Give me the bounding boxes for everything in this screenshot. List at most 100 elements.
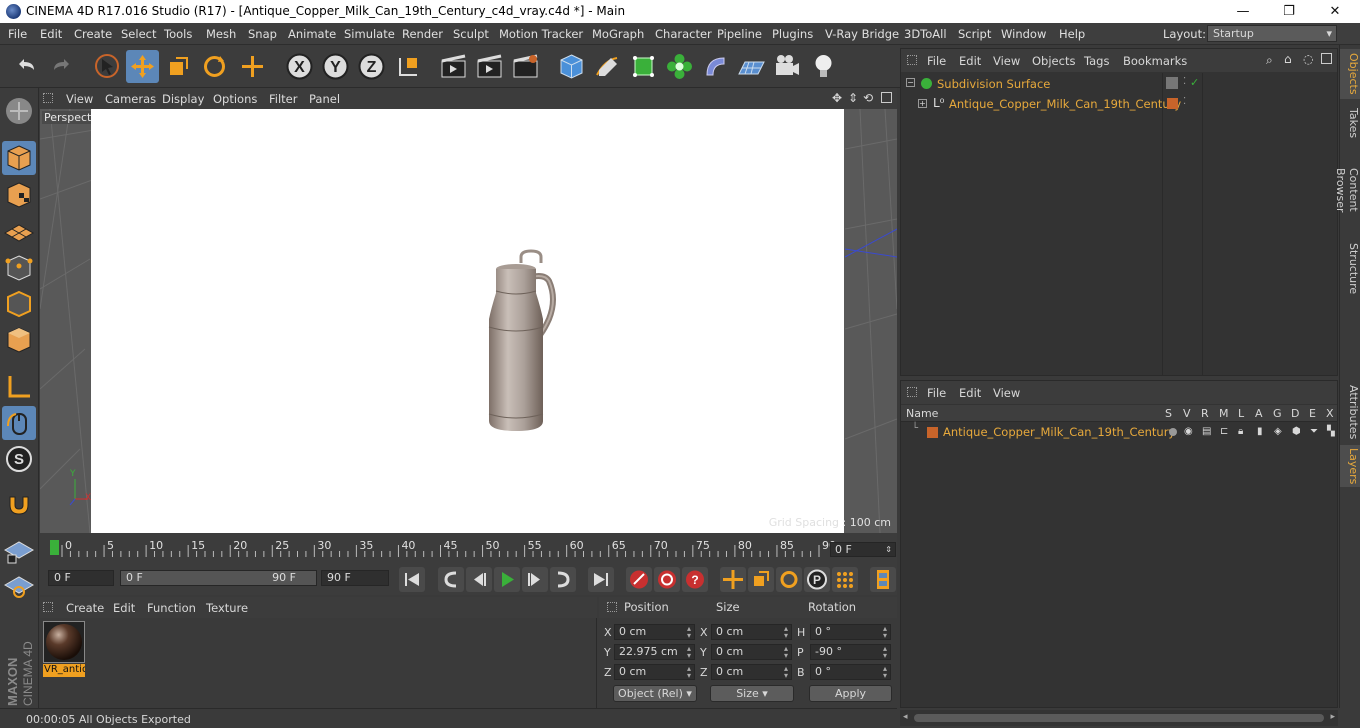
size-z-field[interactable]: 0 cm ▴ ▾ xyxy=(711,664,792,680)
col-view[interactable]: V xyxy=(1183,407,1191,420)
start-frame-field[interactable]: 0 F xyxy=(48,570,114,586)
deformer-icon[interactable]: ⬢ xyxy=(1292,426,1301,437)
menu-file[interactable]: File xyxy=(8,27,27,41)
3d-viewport[interactable]: Y X Perspective Grid Spacing : 100 cm xyxy=(40,109,897,533)
viewport-menu-cameras[interactable]: Cameras xyxy=(105,92,156,106)
points-mode-button[interactable] xyxy=(2,251,36,285)
key-pla-button[interactable] xyxy=(832,567,858,592)
viewport-rotate-icon[interactable]: ⟲ xyxy=(863,91,873,105)
object-menu-tags[interactable]: Tags xyxy=(1084,54,1109,68)
viewport-menu-display[interactable]: Display xyxy=(162,92,204,106)
menu-window[interactable]: Window xyxy=(1001,27,1046,41)
size-y-field[interactable]: 0 cm ▴ ▾ xyxy=(711,644,792,660)
subdivision-surface-button[interactable] xyxy=(627,50,660,83)
col-expressions[interactable]: E xyxy=(1309,407,1316,420)
visibility-dots-icon[interactable]: ⁚ xyxy=(1183,76,1186,87)
current-frame-field[interactable]: 0 F ⇕ xyxy=(830,542,896,557)
tweak-mode-button[interactable] xyxy=(2,406,36,440)
manager-icon[interactable]: ⊏ xyxy=(1220,426,1228,437)
object-menu-objects[interactable]: Objects xyxy=(1032,54,1075,68)
polygons-mode-button[interactable] xyxy=(2,323,36,357)
object-row-subdivision[interactable]: − Subdivision Surface ⁚ ✓ xyxy=(901,75,1337,94)
key-position-button[interactable] xyxy=(720,567,746,592)
layer-menu-view[interactable]: View xyxy=(993,386,1020,400)
y-axis-button[interactable]: Y xyxy=(319,50,352,83)
maximize-button[interactable]: ❐ xyxy=(1266,2,1312,21)
pen-spline-button[interactable] xyxy=(591,50,624,83)
material-menu-create[interactable]: Create xyxy=(66,601,104,615)
menu-mograph[interactable]: MoGraph xyxy=(592,27,644,41)
enable-axis-button[interactable] xyxy=(2,370,36,404)
rot-p-field[interactable]: -90 ° ▴ ▾ xyxy=(810,644,891,660)
material-menu-edit[interactable]: Edit xyxy=(113,601,135,615)
expression-icon[interactable]: ⏷ xyxy=(1310,426,1318,437)
menu-motion-tracker[interactable]: Motion Tracker xyxy=(499,27,583,41)
viewport-menu-view[interactable]: View xyxy=(66,92,93,106)
model-mode-button[interactable] xyxy=(2,141,36,175)
floor-button[interactable] xyxy=(735,50,768,83)
snap-button[interactable]: S xyxy=(2,442,36,476)
end-frame-field[interactable]: 90 F xyxy=(321,570,389,586)
apply-button[interactable]: Apply xyxy=(809,685,892,702)
layer-row[interactable]: └ Antique_Copper_Milk_Can_19th_Century ◉… xyxy=(901,423,1337,442)
menu-select[interactable]: Select xyxy=(121,27,156,41)
next-key-button[interactable] xyxy=(550,567,576,592)
render-clapper-icon[interactable]: ▤ xyxy=(1202,426,1211,437)
viewport-menu-filter[interactable]: Filter xyxy=(269,92,297,106)
x-axis-button[interactable]: X xyxy=(283,50,316,83)
recent-tool-button[interactable] xyxy=(236,50,269,83)
scroll-right-icon[interactable]: ▸ xyxy=(1330,712,1335,722)
filter-icon[interactable]: ◌ xyxy=(1303,52,1313,66)
minimize-button[interactable]: — xyxy=(1220,2,1266,21)
solo-dot-icon[interactable] xyxy=(1169,428,1177,436)
pos-z-field[interactable]: 0 cm ▴ ▾ xyxy=(614,664,695,680)
menu-snap[interactable]: Snap xyxy=(248,27,277,41)
undo-button[interactable] xyxy=(10,50,43,83)
tab-structure[interactable]: Structure xyxy=(1340,241,1360,296)
menu-create[interactable]: Create xyxy=(74,27,112,41)
tab-objects[interactable]: Objects xyxy=(1340,49,1360,99)
rot-b-field[interactable]: 0 ° ▴ ▾ xyxy=(810,664,891,680)
menu-edit[interactable]: Edit xyxy=(40,27,62,41)
viewport-menu-panel[interactable]: Panel xyxy=(309,92,340,106)
menu-3dtoall[interactable]: 3DToAll xyxy=(904,27,947,41)
object-menu-edit[interactable]: Edit xyxy=(959,54,981,68)
material-menu-texture[interactable]: Texture xyxy=(206,601,248,615)
visibility-dots-icon[interactable]: ⁚ xyxy=(1183,96,1186,107)
workplane-mode-button[interactable] xyxy=(2,214,36,248)
live-selection-button[interactable] xyxy=(91,50,124,83)
xref-icon[interactable]: ▚ xyxy=(1327,426,1335,437)
menu-pipeline[interactable]: Pipeline xyxy=(717,27,762,41)
deformer-button[interactable] xyxy=(699,50,732,83)
layout-dropdown[interactable]: Startup ▾ xyxy=(1207,25,1337,42)
panel-maximize-icon[interactable] xyxy=(1321,53,1332,64)
generator-icon[interactable]: ◈ xyxy=(1274,426,1282,437)
material-menu-function[interactable]: Function xyxy=(147,601,196,615)
mograph-cloner-button[interactable] xyxy=(663,50,696,83)
previous-frame-button[interactable] xyxy=(466,567,492,592)
previous-key-button[interactable] xyxy=(438,567,464,592)
frame-range-slider[interactable]: 0 F 90 F xyxy=(120,570,317,586)
menu-sculpt[interactable]: Sculpt xyxy=(453,27,489,41)
rot-h-field[interactable]: 0 ° ▴ ▾ xyxy=(810,624,891,640)
col-animation[interactable]: A xyxy=(1255,407,1263,420)
key-rotation-button[interactable] xyxy=(776,567,802,592)
menu-script[interactable]: Script xyxy=(958,27,991,41)
texture-mode-button[interactable] xyxy=(2,178,36,212)
layer-horizontal-scrollbar[interactable]: ◂ ▸ xyxy=(900,710,1338,726)
tab-takes[interactable]: Takes xyxy=(1340,103,1360,143)
col-locked[interactable]: L xyxy=(1238,407,1244,420)
keyframe-selection-button[interactable]: ? xyxy=(682,567,708,592)
col-manager[interactable]: M xyxy=(1219,407,1229,420)
size-mode-dropdown[interactable]: Size ▾ xyxy=(710,685,794,702)
render-to-picture-viewer-button[interactable] xyxy=(473,50,506,83)
record-keys-button[interactable] xyxy=(626,567,652,592)
close-button[interactable]: ✕ xyxy=(1312,2,1358,21)
size-x-field[interactable]: 0 cm ▴ ▾ xyxy=(711,624,792,640)
eye-icon[interactable]: ◉ xyxy=(1184,426,1193,437)
scroll-left-icon[interactable]: ◂ xyxy=(903,712,908,722)
light-button[interactable] xyxy=(807,50,840,83)
timeline-ruler[interactable]: 0 5 10 15 20 25 30 35 40 45 50 55 60 65 70 75 80 85 90 xyxy=(40,533,897,565)
col-name[interactable]: Name xyxy=(906,407,938,420)
render-view-button[interactable] xyxy=(437,50,470,83)
